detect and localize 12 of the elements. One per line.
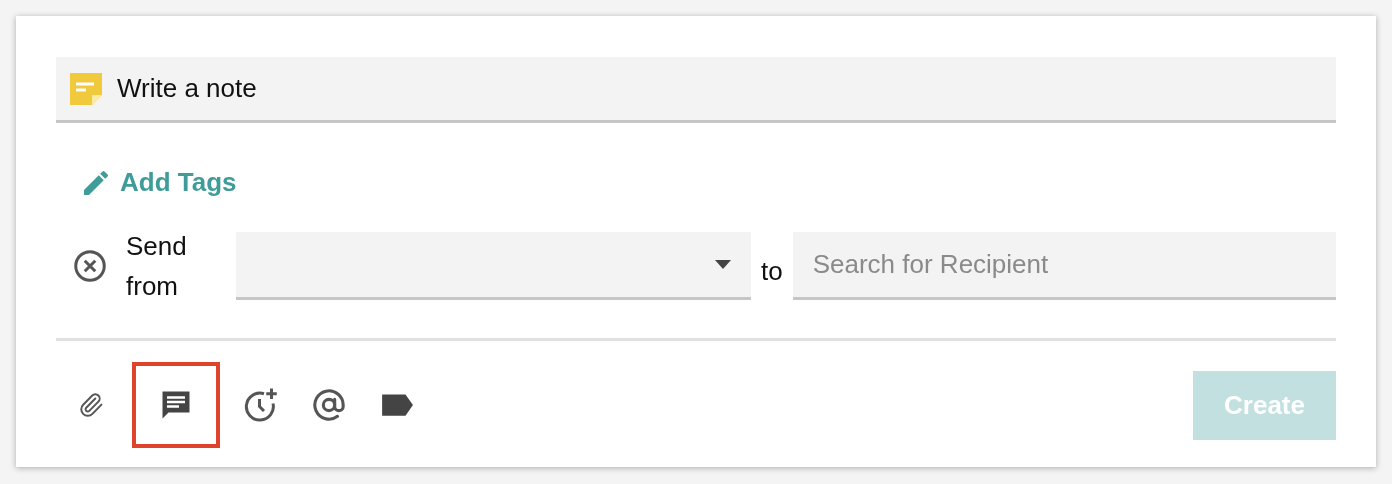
close-icon[interactable] [72,248,108,284]
recipient-search-field[interactable]: Search for Recipient [792,232,1336,300]
at-sign-icon [312,388,346,422]
clock-plus-icon [243,387,279,423]
to-label: to [761,254,783,288]
toolbar-button[interactable] [132,362,220,448]
send-from-label: Send from [126,230,188,303]
note-field[interactable]: Write a note [56,57,1336,123]
caret-icon [715,259,731,270]
label-icon [380,392,414,418]
note-icon [70,73,102,105]
add-tags-button[interactable]: Add Tags [80,163,237,202]
